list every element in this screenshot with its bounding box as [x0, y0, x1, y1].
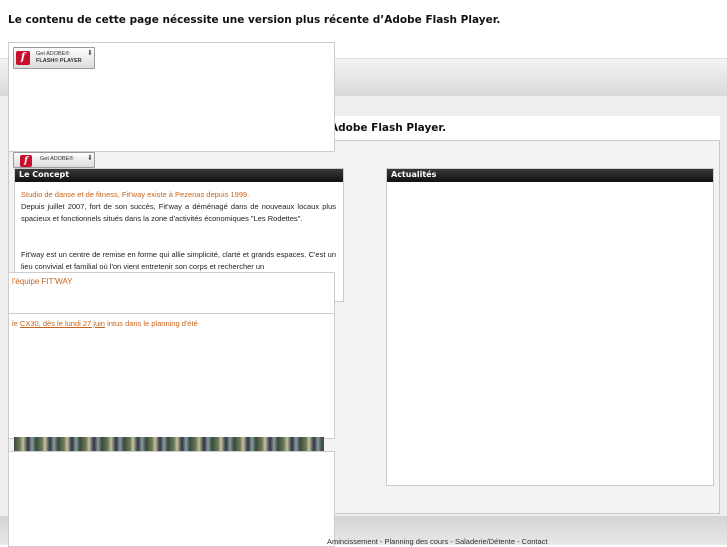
photo-strip: [14, 437, 324, 451]
concept-paragraph-2: Depuis juillet 2007, fort de son succès,…: [21, 202, 336, 223]
equipe-text: l'équipe FIT'WAY: [12, 277, 73, 286]
get-flash-player-badge-2[interactable]: f Get ADOBE® ⬇: [13, 152, 95, 168]
bottom-placeholder-box: [8, 451, 335, 547]
news-box: [8, 313, 335, 439]
news-link[interactable]: CX30, dès le lundi 27 juin: [20, 319, 105, 328]
news-prefix: le: [12, 319, 20, 328]
concept-heading: Le Concept: [15, 169, 343, 182]
download-arrow-icon-2: ⬇: [87, 155, 93, 162]
concept-paragraph-3: Fit'way est un centre de remise en forme…: [21, 250, 336, 271]
concept-paragraph-1: Studio de danse et de fitness, Fit'way e…: [21, 189, 336, 201]
flash-message-second: Adobe Flash Player.: [330, 122, 447, 134]
news-suffix: intus dans le planning d'été: [104, 319, 198, 328]
flash-logo-icon-2: f: [20, 155, 32, 167]
actualites-panel: Actualités: [386, 168, 714, 486]
badge2-line1: Get ADOBE®: [40, 156, 74, 162]
flash-message-top: Le contenu de cette page nécessite une v…: [8, 14, 501, 26]
badge-line2: FLASH® PLAYER: [36, 58, 82, 64]
badge-line1: Get ADOBE®: [36, 51, 70, 57]
concept-p1-text: Studio de danse et de fitness, Fit'way e…: [21, 190, 250, 199]
actualites-heading: Actualités: [387, 169, 713, 182]
download-arrow-icon: ⬇: [87, 50, 93, 57]
news-text: le CX30, dès le lundi 27 juin intus dans…: [12, 319, 198, 328]
flash-logo-icon: f: [16, 51, 30, 65]
get-flash-player-badge[interactable]: f Get ADOBE® FLASH® PLAYER ⬇: [13, 47, 95, 69]
